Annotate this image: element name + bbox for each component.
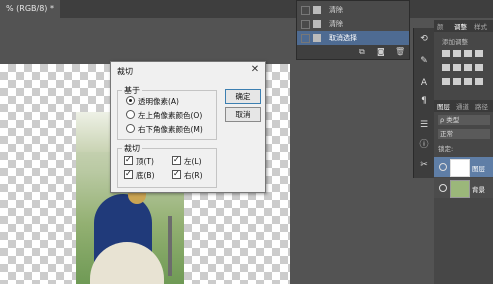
layer-kind-filter[interactable]: ρ 类型 (438, 115, 490, 125)
checkbox-label: 顶(T) (136, 157, 154, 166)
trim-away-label: 裁切 (122, 143, 142, 154)
checkbox[interactable] (124, 154, 133, 166)
history-footer: ⧉ ◙ 🗑 (297, 45, 409, 59)
history-step-icon (313, 34, 321, 42)
option-bottom-right[interactable]: 右下角像素颜色(M) (126, 124, 203, 136)
dialog-title: 裁切 (117, 67, 133, 76)
trim-away-group: 裁切 顶(T) 左(L) 底(B) 右(R) (117, 143, 217, 188)
document-tab-bar: % (RGB/8) * (0, 0, 493, 18)
option-label: 右下角像素颜色(M) (138, 125, 203, 134)
history-checkbox[interactable] (301, 20, 310, 29)
history-step-icon (313, 6, 321, 14)
visibility-eye-icon[interactable] (439, 184, 447, 192)
panel-toolstrip: ⟲ ✎ A ¶ ☰ ⓘ ✂ (413, 28, 434, 178)
history-item[interactable]: 清除 (297, 17, 409, 31)
tab-paths[interactable]: 路径 (475, 101, 488, 111)
layer-row[interactable]: 背景 (434, 178, 493, 198)
trim-top-checkbox[interactable]: 顶(T) (124, 154, 154, 168)
option-label: 透明像素(A) (138, 97, 179, 106)
brush-panel-icon[interactable]: ✎ (416, 54, 432, 68)
trash-icon[interactable]: 🗑 (395, 47, 405, 56)
history-panel-icon[interactable]: ⟲ (416, 32, 432, 46)
blend-mode-select[interactable]: 正常 (438, 129, 490, 139)
paragraph-panel-icon[interactable]: ¶ (416, 94, 432, 108)
option-top-left[interactable]: 左上角像素颜色(O) (126, 110, 202, 122)
layer-thumbnail (450, 159, 470, 177)
history-item-label: 清除 (329, 20, 343, 28)
info-panel-icon[interactable]: ⓘ (416, 138, 432, 152)
camera-icon[interactable]: ◙ (377, 47, 385, 56)
history-item-label: 取消选择 (329, 34, 357, 42)
checkbox[interactable] (172, 154, 181, 166)
checkbox[interactable] (124, 168, 133, 180)
adjust-icons-row[interactable] (442, 64, 492, 73)
based-on-label: 基于 (122, 85, 142, 96)
based-on-group: 基于 透明像素(A) 左上角像素颜色(O) 右下角像素颜色(M) (117, 85, 217, 140)
history-item[interactable]: 清除 (297, 3, 409, 17)
right-panel: 颜 调整 样式 添加调整 图层 通道 路径 ρ 类型 正常 锁定: 图层 背景 (434, 20, 493, 284)
radio-button[interactable] (126, 124, 135, 133)
history-panel: 清除 清除 取消选择 ⧉ ◙ 🗑 (296, 0, 410, 60)
trim-dialog: 裁切 ✕ 基于 透明像素(A) 左上角像素颜色(O) 右下角像素颜色(M) 裁切… (110, 61, 266, 193)
adjust-tab-bar: 颜 调整 样式 (434, 20, 493, 32)
properties-panel-icon[interactable]: ☰ (416, 118, 432, 132)
option-label: 左上角像素颜色(O) (138, 111, 203, 120)
document-tab[interactable]: % (RGB/8) * (0, 0, 60, 18)
layer-thumbnail (450, 180, 470, 198)
adjust-title: 添加调整 (442, 38, 468, 46)
trim-bottom-checkbox[interactable]: 底(B) (124, 168, 155, 182)
tab-color[interactable]: 颜 (437, 21, 444, 31)
layers-tab-bar: 图层 通道 路径 (434, 100, 493, 112)
image-sword (168, 216, 172, 276)
trim-left-checkbox[interactable]: 左(L) (172, 154, 202, 168)
adjust-icons-row[interactable] (442, 78, 492, 87)
layer-row[interactable]: 图层 (434, 157, 493, 177)
tab-styles[interactable]: 样式 (474, 21, 487, 31)
adjust-icons-row[interactable] (442, 50, 492, 59)
history-item-selected[interactable]: 取消选择 (297, 31, 409, 45)
trim-right-checkbox[interactable]: 右(R) (172, 168, 203, 182)
history-checkbox[interactable] (301, 6, 310, 15)
cancel-button[interactable]: 取消 (225, 107, 261, 122)
checkbox-label: 左(L) (184, 157, 202, 166)
checkbox[interactable] (172, 168, 181, 180)
tools-panel-icon[interactable]: ✂ (416, 158, 432, 172)
visibility-eye-icon[interactable] (439, 163, 447, 171)
layer-name: 背景 (472, 186, 485, 194)
history-item-label: 清除 (329, 6, 343, 14)
checkbox-label: 底(B) (136, 171, 155, 180)
ok-button[interactable]: 确定 (225, 89, 261, 104)
radio-button[interactable] (126, 96, 135, 105)
tab-adjustments[interactable]: 调整 (454, 21, 467, 31)
tab-channels[interactable]: 通道 (456, 101, 469, 111)
history-checkbox[interactable] (301, 34, 310, 43)
layer-name: 图层 (472, 165, 485, 173)
lock-label: 锁定: (438, 145, 454, 153)
history-step-icon (313, 20, 321, 28)
option-transparent[interactable]: 透明像素(A) (126, 96, 179, 108)
radio-button[interactable] (126, 110, 135, 119)
snapshot-icon[interactable]: ⧉ (359, 47, 365, 57)
checkbox-label: 右(R) (184, 171, 203, 180)
character-panel-icon[interactable]: A (416, 76, 432, 90)
close-icon[interactable]: ✕ (249, 64, 261, 76)
tab-layers[interactable]: 图层 (437, 101, 450, 111)
